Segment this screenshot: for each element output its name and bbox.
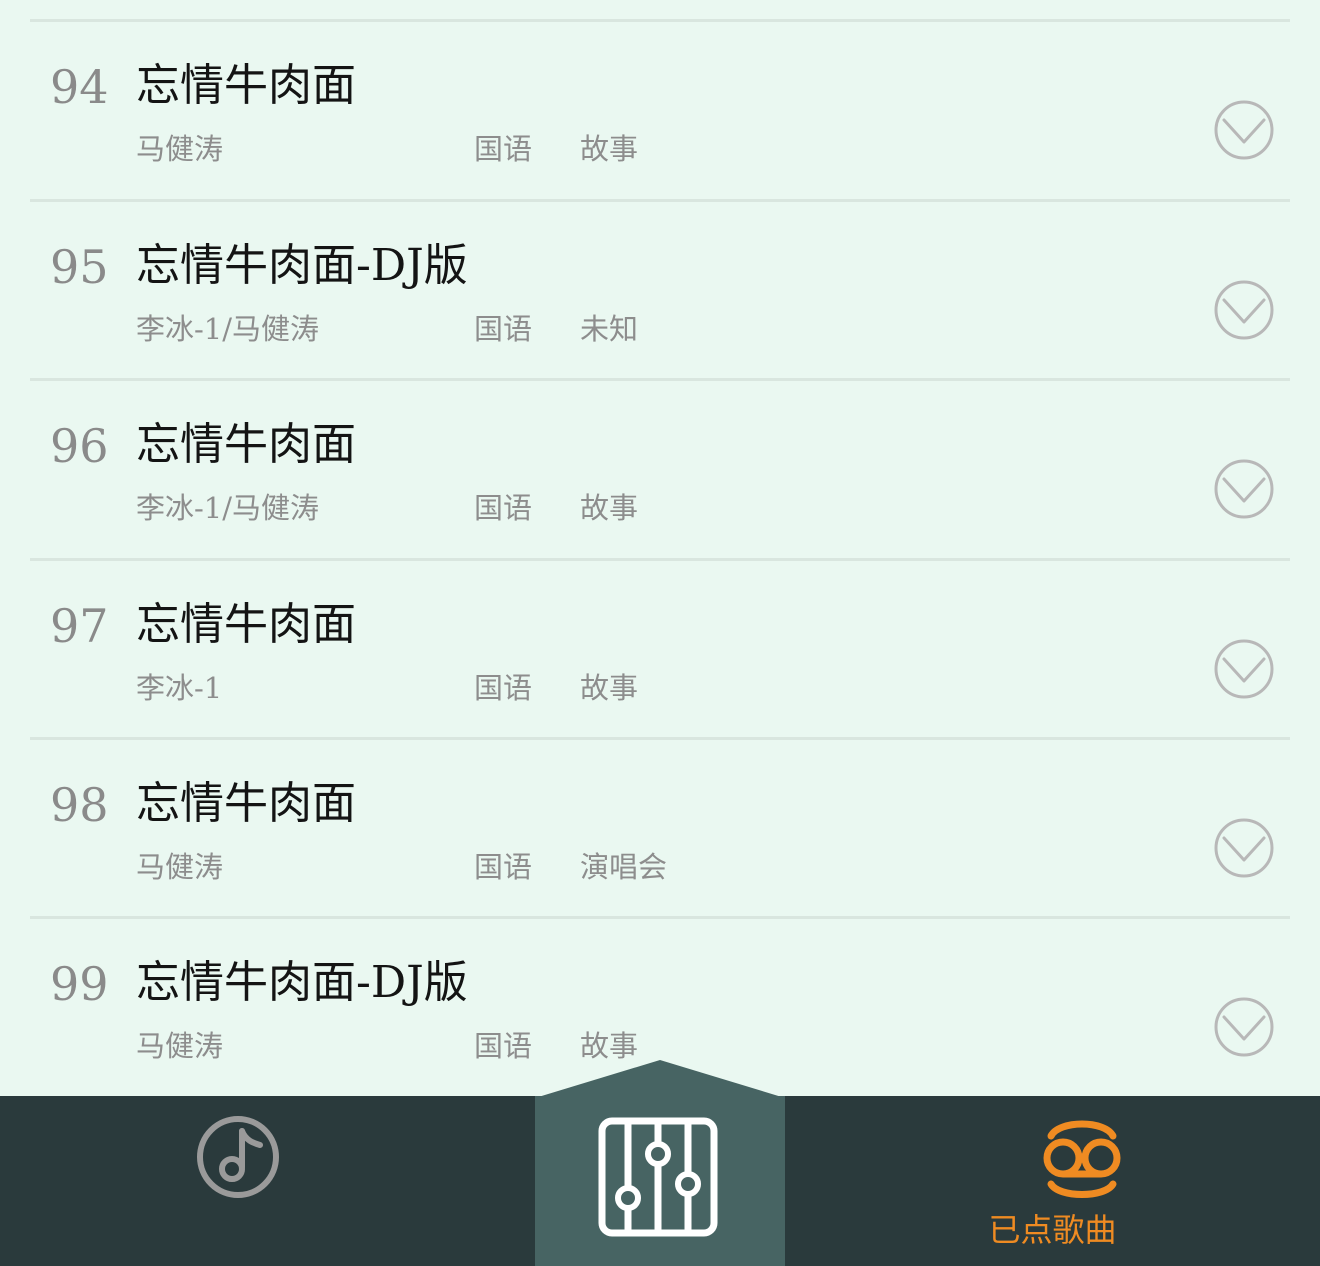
center-tab-bump <box>535 1060 785 1098</box>
song-title: 忘情牛肉面 <box>136 599 356 650</box>
select-check-icon[interactable] <box>1212 457 1276 521</box>
song-artist: 李冰-1/马健涛 <box>136 312 320 346</box>
music-note-icon <box>197 1116 279 1198</box>
song-row-95[interactable]: 95 忘情牛肉面-DJ版 李冰-1/马健涛 国语 未知 <box>0 202 1320 381</box>
song-number: 96 <box>50 419 109 473</box>
song-list: 94 忘情牛肉面 马健涛 国语 故事 95 忘情牛肉面-DJ版 李冰-1/马健涛… <box>0 0 1320 1100</box>
tab-songs[interactable] <box>0 1096 535 1266</box>
song-language: 国语 <box>474 671 533 705</box>
queue-tape-icon <box>1043 1120 1121 1198</box>
select-check-icon[interactable] <box>1212 816 1276 880</box>
song-number: 97 <box>50 599 109 653</box>
song-tag: 未知 <box>580 312 639 346</box>
app-root: 94 忘情牛肉面 马健涛 国语 故事 95 忘情牛肉面-DJ版 李冰-1/马健涛… <box>0 0 1320 1266</box>
select-check-icon[interactable] <box>1212 637 1276 701</box>
song-artist: 马健涛 <box>136 1029 224 1063</box>
song-title: 忘情牛肉面 <box>136 778 356 829</box>
song-artist: 马健涛 <box>136 850 224 884</box>
tab-queue[interactable]: 已点歌曲 <box>785 1096 1320 1266</box>
song-number: 99 <box>50 957 109 1011</box>
song-number: 98 <box>50 778 109 832</box>
song-artist: 马健涛 <box>136 132 224 166</box>
song-artist: 李冰-1/马健涛 <box>136 491 320 525</box>
song-row-94[interactable]: 94 忘情牛肉面 马健涛 国语 故事 <box>0 22 1320 201</box>
song-number: 95 <box>50 240 109 294</box>
song-title: 忘情牛肉面-DJ版 <box>136 240 468 291</box>
tab-equalizer[interactable] <box>535 1096 785 1266</box>
song-row-98[interactable]: 98 忘情牛肉面 马健涛 国语 演唱会 <box>0 740 1320 919</box>
select-check-icon[interactable] <box>1212 98 1276 162</box>
song-tag: 故事 <box>580 1029 639 1063</box>
song-tag: 故事 <box>580 132 639 166</box>
bottom-tab-bar: 已点歌曲 <box>0 1096 1320 1266</box>
song-title: 忘情牛肉面 <box>136 419 356 470</box>
song-language: 国语 <box>474 312 533 346</box>
song-language: 国语 <box>474 850 533 884</box>
song-row-97[interactable]: 97 忘情牛肉面 李冰-1 国语 故事 <box>0 561 1320 740</box>
song-title: 忘情牛肉面-DJ版 <box>136 957 468 1008</box>
song-number: 94 <box>50 60 109 114</box>
song-tag: 故事 <box>580 671 639 705</box>
song-language: 国语 <box>474 132 533 166</box>
tab-queue-label: 已点歌曲 <box>988 1211 1117 1249</box>
song-language: 国语 <box>474 1029 533 1063</box>
equalizer-icon <box>598 1117 718 1237</box>
song-artist: 李冰-1 <box>136 671 223 705</box>
song-row-96[interactable]: 96 忘情牛肉面 李冰-1/马健涛 国语 故事 <box>0 381 1320 560</box>
song-tag: 故事 <box>580 491 639 525</box>
song-language: 国语 <box>474 491 533 525</box>
song-tag: 演唱会 <box>580 850 668 884</box>
song-title: 忘情牛肉面 <box>136 60 356 111</box>
select-check-icon[interactable] <box>1212 995 1276 1059</box>
select-check-icon[interactable] <box>1212 278 1276 342</box>
